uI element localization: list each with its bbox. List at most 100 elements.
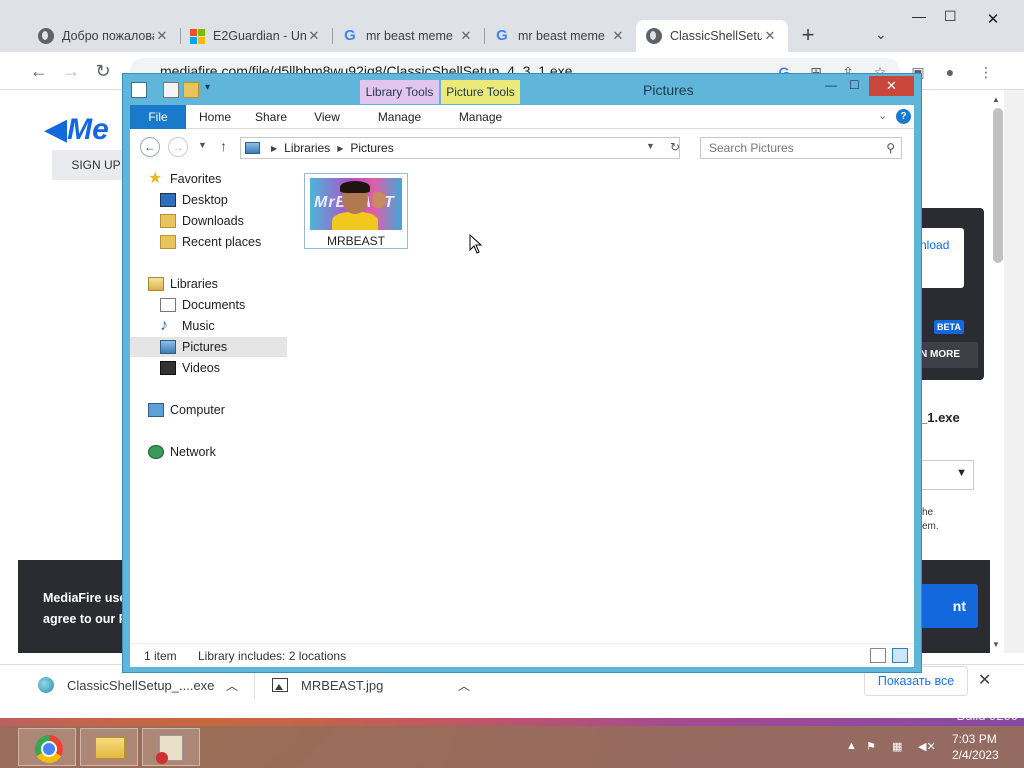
breadcrumb-libraries[interactable]: Libraries bbox=[284, 141, 330, 155]
tab-home[interactable]: Home bbox=[188, 105, 242, 129]
new-folder-icon[interactable] bbox=[183, 82, 199, 98]
tab-mrbeast-meme-2[interactable]: G mr beast meme ✕ bbox=[484, 20, 636, 52]
search-input[interactable]: Search Pictures ⚲ bbox=[700, 137, 902, 159]
chevron-up-icon[interactable]: ︿ bbox=[458, 677, 470, 694]
reload-icon[interactable]: ↻ bbox=[92, 60, 114, 82]
nav-recent-places[interactable]: Recent places bbox=[130, 232, 287, 252]
file-item-mrbeast[interactable]: MrBEAST MRBEAST bbox=[304, 173, 408, 249]
chevron-up-icon[interactable]: ︿ bbox=[226, 677, 238, 694]
address-dropdown-chevron-icon[interactable]: ▼ bbox=[646, 141, 655, 151]
large-icons-view-icon[interactable] bbox=[892, 648, 908, 663]
tab-search-chevron-icon[interactable]: ⌄ bbox=[875, 26, 887, 43]
mediafire-logo[interactable]: ◀Me bbox=[44, 112, 109, 147]
nav-computer[interactable]: Computer bbox=[130, 400, 287, 420]
tab-manage-picture[interactable]: Manage bbox=[441, 105, 520, 129]
taskbar: ▲ ⚑ ▦ ◀✕ 7:03 PM 2/4/2023 bbox=[0, 726, 1024, 768]
tab-classicshell[interactable]: ClassicShellSetup ✕ bbox=[636, 20, 788, 52]
address-row: ← → ▼ ↑ ▶ Libraries ▶ Pictures ▼ ↻ Searc… bbox=[130, 129, 914, 165]
nav-libraries[interactable]: Libraries bbox=[130, 274, 287, 294]
page-scrollbar[interactable] bbox=[1004, 90, 1024, 653]
action-center-flag-icon[interactable]: ⚑ bbox=[866, 740, 876, 753]
system-clock[interactable]: 7:03 PM 2/4/2023 bbox=[952, 731, 999, 763]
google-icon: G bbox=[496, 27, 508, 44]
back-button[interactable]: ← bbox=[140, 137, 160, 157]
tab-manage-library[interactable]: Manage bbox=[360, 105, 439, 129]
explorer-address-bar[interactable]: ▶ Libraries ▶ Pictures bbox=[240, 137, 680, 159]
recent-places-icon bbox=[160, 235, 176, 249]
window-close-button[interactable]: ✕ bbox=[962, 6, 1024, 34]
thumbnail-figure bbox=[332, 212, 378, 230]
close-icon[interactable]: ✕ bbox=[458, 28, 474, 44]
scrollbar-thumb[interactable] bbox=[993, 108, 1003, 263]
forward-arrow-icon[interactable]: → bbox=[60, 60, 82, 82]
nav-desktop[interactable]: Desktop bbox=[130, 190, 287, 210]
network-status-icon[interactable]: ▦ bbox=[892, 740, 902, 753]
maximize-icon[interactable]: ☐ bbox=[944, 8, 957, 25]
info-text: he em. bbox=[922, 507, 939, 532]
tab-view[interactable]: View bbox=[300, 105, 354, 129]
menu-kebab-icon[interactable]: ⋮ bbox=[976, 62, 996, 82]
recent-locations-chevron-icon[interactable]: ▼ bbox=[198, 140, 207, 150]
breadcrumb-pictures[interactable]: Pictures bbox=[350, 141, 393, 155]
file-list-pane[interactable]: MrBEAST MRBEAST bbox=[288, 165, 914, 643]
pictures-icon bbox=[160, 340, 176, 354]
tab-share[interactable]: Share bbox=[244, 105, 298, 129]
tab-file[interactable]: File bbox=[130, 105, 186, 129]
globe-icon bbox=[646, 28, 662, 44]
nav-pictures[interactable]: Pictures bbox=[130, 337, 287, 357]
scroll-up-arrow-icon[interactable]: ▲ bbox=[992, 95, 1000, 104]
explorer-title-bar[interactable]: ▾ Library Tools Picture Tools Pictures —… bbox=[123, 74, 921, 104]
up-arrow-icon[interactable]: ↑ bbox=[220, 138, 227, 154]
tab-title: mr beast meme bbox=[366, 29, 453, 43]
nav-music[interactable]: ♪ Music bbox=[130, 316, 287, 336]
shell-installer-icon bbox=[38, 677, 54, 693]
taskbar-explorer[interactable] bbox=[80, 728, 138, 766]
close-download-bar-icon[interactable]: ✕ bbox=[978, 670, 991, 690]
star-icon: ★ bbox=[148, 170, 163, 187]
download-item-mrbeast[interactable]: MRBEAST.jpg bbox=[272, 675, 383, 695]
explorer-app-icon[interactable] bbox=[131, 82, 147, 98]
forward-button[interactable]: → bbox=[168, 137, 188, 157]
explorer-close-button[interactable]: ✕ bbox=[869, 76, 914, 96]
explorer-title: Pictures bbox=[643, 82, 694, 98]
microsoft-icon bbox=[190, 28, 205, 44]
tab-welcome[interactable]: Добро пожаловать ✕ bbox=[28, 20, 180, 52]
help-icon[interactable]: ? bbox=[896, 109, 911, 124]
pictures-library-icon bbox=[245, 142, 260, 154]
tab-mrbeast-meme-1[interactable]: G mr beast meme ✕ bbox=[332, 20, 484, 52]
minimize-icon[interactable]: — bbox=[912, 8, 926, 24]
customize-toolbar-chevron-icon[interactable]: ▾ bbox=[205, 82, 221, 98]
properties-icon[interactable] bbox=[163, 82, 179, 98]
nav-downloads[interactable]: Downloads bbox=[130, 211, 287, 231]
nav-network[interactable]: Network bbox=[130, 442, 287, 462]
details-view-icon[interactable] bbox=[870, 648, 886, 663]
close-icon[interactable]: ✕ bbox=[762, 28, 778, 44]
scroll-down-arrow-icon[interactable]: ▼ bbox=[992, 640, 1000, 649]
back-arrow-icon[interactable]: ← bbox=[28, 60, 50, 82]
search-icon[interactable]: ⚲ bbox=[886, 138, 895, 158]
taskbar-chrome[interactable] bbox=[18, 728, 76, 766]
minimize-icon[interactable]: — bbox=[825, 78, 837, 92]
refresh-icon[interactable]: ↻ bbox=[670, 140, 680, 154]
music-note-icon: ♪ bbox=[160, 317, 168, 334]
new-tab-button[interactable]: + bbox=[797, 24, 819, 46]
nav-documents[interactable]: Documents bbox=[130, 295, 287, 315]
nav-videos[interactable]: Videos bbox=[130, 358, 287, 378]
profile-avatar-icon[interactable]: ● bbox=[940, 62, 960, 82]
maximize-icon[interactable]: ☐ bbox=[849, 78, 860, 92]
nav-favorites[interactable]: ★ Favorites bbox=[130, 169, 287, 189]
tab-title: E2Guardian - Un bbox=[213, 29, 306, 43]
library-tools-tab: Library Tools bbox=[360, 80, 439, 104]
close-icon[interactable]: ✕ bbox=[154, 28, 170, 44]
cookie-accept-button[interactable]: nt bbox=[916, 584, 978, 628]
show-hidden-icons-chevron-icon[interactable]: ▲ bbox=[846, 740, 857, 752]
tab-e2guardian[interactable]: E2Guardian - Un ✕ bbox=[180, 20, 332, 52]
volume-muted-icon[interactable]: ◀✕ bbox=[918, 740, 936, 753]
image-thumbnail: MrBEAST bbox=[310, 178, 402, 230]
close-icon[interactable]: ✕ bbox=[610, 28, 626, 44]
expand-ribbon-chevron-icon[interactable]: ⌄ bbox=[878, 109, 887, 122]
close-icon[interactable]: ✕ bbox=[306, 28, 322, 44]
mouse-cursor-icon bbox=[469, 234, 483, 254]
download-item-classicshell[interactable]: ClassicShellSetup_....exe bbox=[38, 675, 214, 695]
taskbar-app[interactable] bbox=[142, 728, 200, 766]
